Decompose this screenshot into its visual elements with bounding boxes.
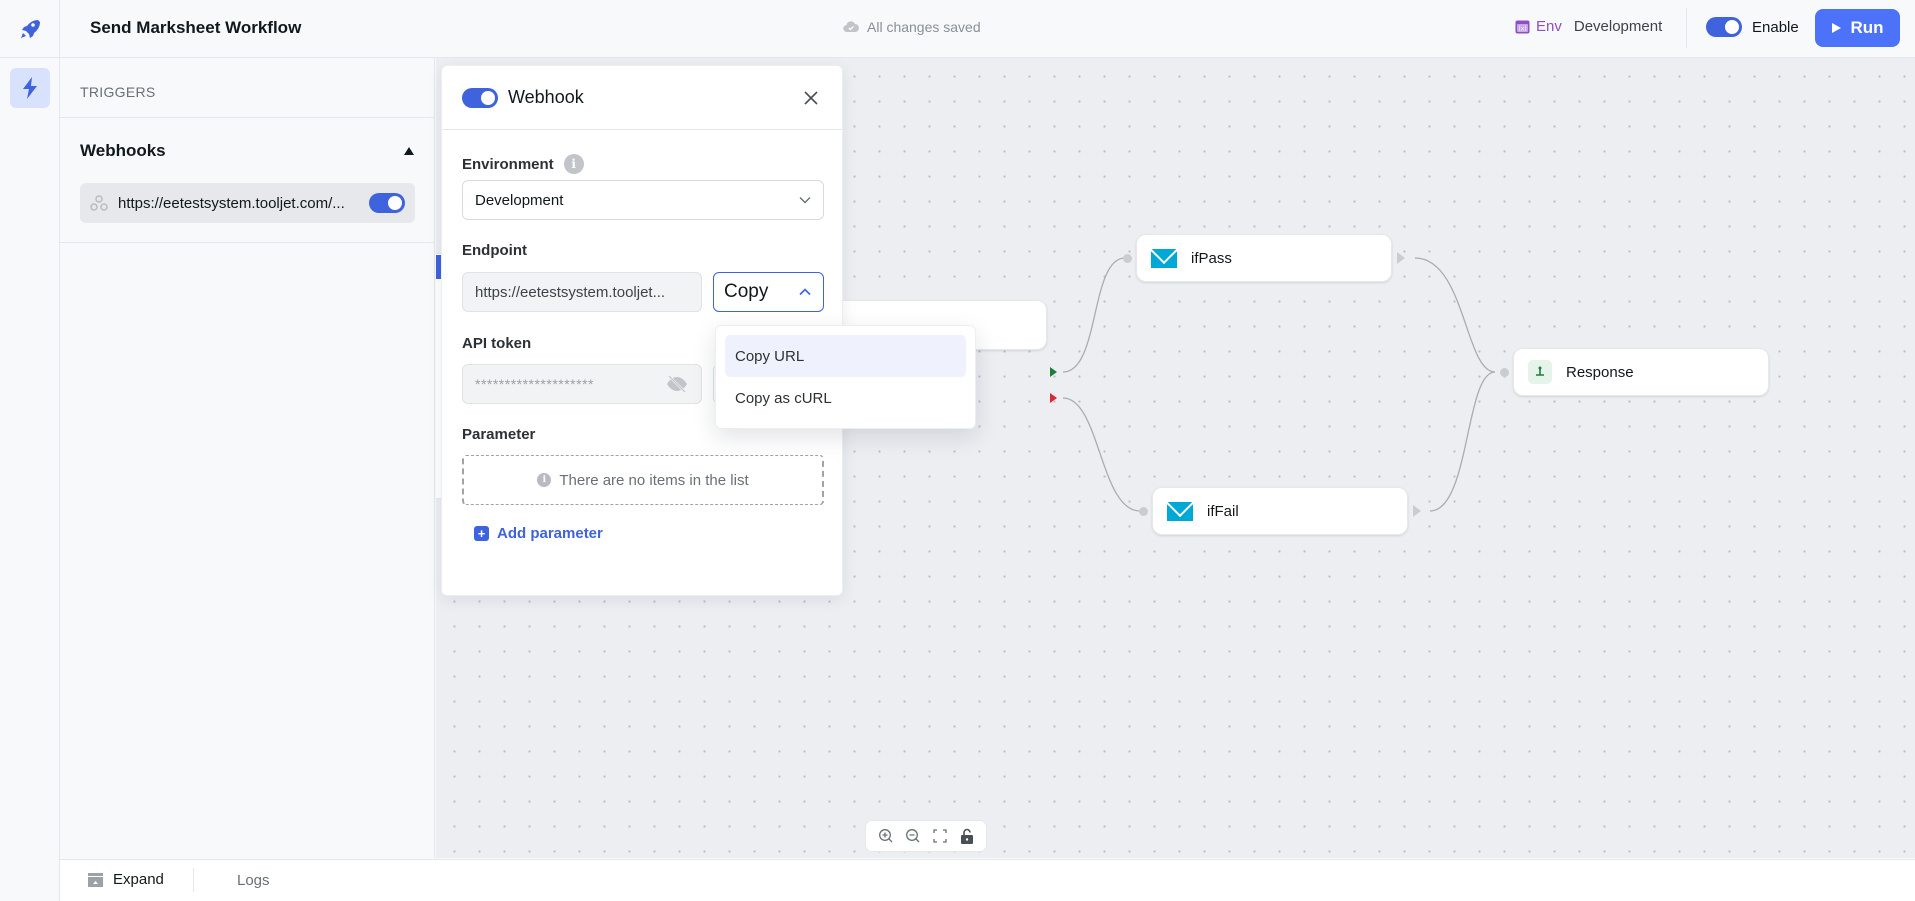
mail-icon xyxy=(1151,248,1177,268)
chevron-down-icon xyxy=(799,197,811,204)
save-status-text: All changes saved xyxy=(867,19,981,35)
webhook-icon xyxy=(90,195,108,211)
divider xyxy=(193,868,194,892)
copy-dropdown[interactable]: Copy xyxy=(713,272,824,312)
input-handle[interactable] xyxy=(1123,253,1132,263)
webhook-url: https://eetestsystem.tooljet.com/... xyxy=(118,194,345,212)
zoom-out-button[interactable] xyxy=(902,825,924,847)
zoom-in-button[interactable] xyxy=(875,825,897,847)
collapse-caret-icon[interactable] xyxy=(403,146,415,156)
close-button[interactable] xyxy=(800,87,822,109)
expand-panel-icon xyxy=(88,872,103,887)
app-logo[interactable] xyxy=(0,0,60,58)
webhook-panel-title: Webhook xyxy=(508,87,584,107)
webhook-enable-toggle[interactable] xyxy=(369,193,405,213)
copy-options-menu: Copy URL Copy as cURL xyxy=(715,325,976,429)
zoom-in-icon xyxy=(878,829,892,843)
triggers-nav-button[interactable] xyxy=(10,68,50,108)
node-response[interactable]: Response xyxy=(1500,348,1769,396)
env-label: Env xyxy=(1536,18,1562,35)
eye-off-icon[interactable] xyxy=(665,375,689,393)
input-handle[interactable] xyxy=(1139,506,1148,516)
enable-workflow: Enable xyxy=(1706,17,1799,37)
close-icon xyxy=(804,90,818,105)
cloud-check-icon xyxy=(843,21,859,33)
webhook-panel-toggle[interactable] xyxy=(462,87,498,108)
empty-message: There are no items in the list xyxy=(559,471,749,489)
run-label: Run xyxy=(1850,18,1884,37)
menu-item-copy-as-curl[interactable]: Copy as cURL xyxy=(725,377,966,419)
play-icon xyxy=(1832,23,1842,33)
fit-view-button[interactable] xyxy=(929,825,951,847)
chevron-up-icon xyxy=(799,288,811,296)
output-handle[interactable] xyxy=(1413,505,1421,517)
plus-icon: + xyxy=(474,526,489,541)
bottom-bar: Expand Logs xyxy=(60,859,1915,901)
success-output-handle[interactable] xyxy=(1050,367,1057,377)
parameter-empty-state: i There are no items in the list xyxy=(462,455,824,505)
environment-label: Environment xyxy=(462,155,554,173)
node-label: Response xyxy=(1566,363,1634,381)
node-iffail[interactable]: ifFail xyxy=(1139,487,1421,535)
divider xyxy=(60,117,435,118)
enable-label: Enable xyxy=(1752,18,1799,36)
node-label: ifFail xyxy=(1207,502,1239,520)
left-rail xyxy=(0,58,60,901)
parameter-label: Parameter xyxy=(462,426,536,443)
expand-label: Expand xyxy=(113,871,164,888)
unlock-icon xyxy=(960,828,973,844)
output-handle[interactable] xyxy=(1397,252,1405,264)
expand-button[interactable]: Expand xyxy=(88,871,164,888)
enable-toggle[interactable] xyxy=(1706,17,1742,37)
api-token-field[interactable]: ******************** xyxy=(462,364,702,404)
info-icon[interactable]: i xyxy=(563,154,584,174)
node-label: ifPass xyxy=(1191,249,1232,267)
header-divider xyxy=(1686,8,1687,48)
copy-label: Copy xyxy=(724,281,769,302)
input-handle[interactable] xyxy=(1500,367,1509,377)
variable-icon: (x) xyxy=(1515,20,1530,33)
top-header: Send Marksheet Workflow All changes save… xyxy=(0,0,1915,58)
environment-select[interactable]: Development xyxy=(462,180,824,220)
env-value: Development xyxy=(1573,18,1663,35)
endpoint-label: Endpoint xyxy=(462,242,527,259)
svg-text:(x): (x) xyxy=(1518,25,1526,32)
webhooks-section-header[interactable]: Webhooks xyxy=(80,141,415,161)
environment-indicator[interactable]: (x) Env Development xyxy=(1515,18,1662,35)
logs-tab[interactable]: Logs xyxy=(237,872,270,889)
run-button[interactable]: Run xyxy=(1815,9,1900,47)
fit-view-icon xyxy=(932,829,947,843)
rocket-icon xyxy=(20,20,40,38)
workflow-title[interactable]: Send Marksheet Workflow xyxy=(90,18,301,38)
triggers-heading: TRIGGERS xyxy=(80,84,156,100)
lightning-icon xyxy=(23,77,37,99)
lock-button[interactable] xyxy=(956,825,978,847)
webhooks-title: Webhooks xyxy=(80,141,166,160)
add-parameter-label: Add parameter xyxy=(497,525,603,542)
environment-value: Development xyxy=(475,191,564,209)
api-token-label: API token xyxy=(462,335,532,352)
api-token-value: ******************** xyxy=(475,376,594,392)
menu-item-copy-url[interactable]: Copy URL xyxy=(725,335,966,377)
environment-label-row: Environment i xyxy=(462,154,584,174)
zoom-out-icon xyxy=(905,829,919,843)
failure-output-handle[interactable] xyxy=(1050,393,1057,403)
endpoint-field[interactable]: https://eetestsystem.tooljet... xyxy=(462,272,702,312)
add-parameter-button[interactable]: + Add parameter xyxy=(474,525,603,542)
triggers-panel: TRIGGERS Webhooks https://eetestsystem.t… xyxy=(60,58,435,858)
canvas-zoom-controls xyxy=(865,820,987,852)
divider xyxy=(60,242,435,243)
save-status: All changes saved xyxy=(843,19,981,35)
response-icon xyxy=(1528,360,1552,384)
webhook-panel-header: Webhook xyxy=(442,66,842,130)
info-icon: i xyxy=(537,473,552,487)
node-ifpass[interactable]: ifPass xyxy=(1123,234,1405,282)
mail-icon xyxy=(1167,501,1193,521)
webhook-list-item[interactable]: https://eetestsystem.tooljet.com/... xyxy=(80,183,415,223)
